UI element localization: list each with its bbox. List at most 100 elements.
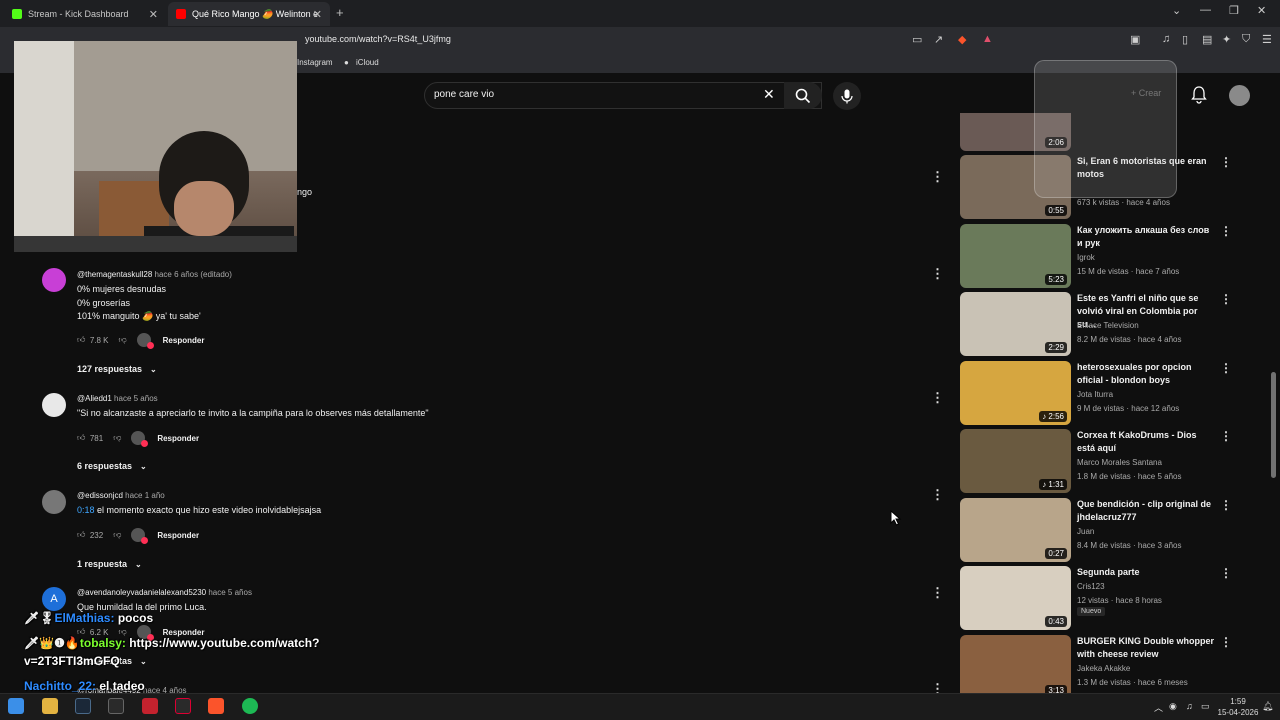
like-icon[interactable]: 👍︎	[77, 335, 85, 345]
epic-games-icon[interactable]	[108, 698, 124, 714]
video-menu-icon[interactable]: ⋮	[1220, 224, 1232, 238]
comment-menu-icon[interactable]: ⋮	[931, 266, 944, 282]
search-button[interactable]	[784, 82, 822, 109]
steam-icon[interactable]	[75, 698, 91, 714]
cast-icon[interactable]: ▭	[912, 33, 922, 46]
voice-search-button[interactable]	[833, 82, 861, 110]
tab-youtube-video[interactable]: Qué Rico Mango 🥭 Welinton e ✕	[168, 2, 330, 26]
url-field[interactable]: youtube.com/watch?v=RS4t_U3jfmg	[305, 34, 451, 44]
spotify-icon[interactable]	[242, 698, 258, 714]
new-tab-button[interactable]: +	[336, 5, 344, 20]
tab-kick-dashboard[interactable]: Stream - Kick Dashboard ✕	[4, 2, 166, 26]
comment-avatar[interactable]	[42, 393, 66, 417]
video-title[interactable]: BURGER KING Double whopper with cheese r…	[1077, 635, 1215, 661]
video-thumbnail[interactable]: 2:29	[960, 292, 1071, 356]
chevron-down-icon[interactable]: ⌄	[1172, 4, 1181, 17]
recommended-video[interactable]: 0:43 Segunda parte Cris123 12 vistas · hace…	[960, 566, 1232, 630]
video-thumbnail[interactable]: 3:13	[960, 635, 1071, 699]
sidebar-icon[interactable]: ▣	[1130, 33, 1140, 46]
dislike-icon[interactable]: 👎︎	[113, 433, 121, 443]
comment-avatar[interactable]: A	[42, 587, 66, 611]
like-icon[interactable]: 👍︎	[77, 433, 85, 443]
channel-name[interactable]: Jota Iturra	[1077, 390, 1113, 399]
chevron-up-icon[interactable]: ︿	[1154, 701, 1163, 714]
more-actions-icon[interactable]: ⋮	[931, 169, 944, 185]
video-menu-icon[interactable]: ⋮	[1220, 292, 1232, 306]
windows-start-icon[interactable]	[8, 698, 24, 714]
search-input[interactable]: pone care vio	[434, 89, 494, 100]
bookmark-icloud[interactable]: iCloud	[356, 58, 379, 67]
video-menu-icon[interactable]: ⋮	[1220, 429, 1232, 443]
music-icon[interactable]: ♫	[1162, 33, 1170, 45]
replies-toggle[interactable]: 6 respuestas ⌄	[77, 461, 147, 471]
video-thumbnail[interactable]: ♪ 1:31	[960, 429, 1071, 493]
clear-search-icon[interactable]: ✕	[763, 86, 775, 103]
headset-icon[interactable]: ♫	[1186, 701, 1193, 711]
dislike-icon[interactable]: 👎︎	[113, 530, 121, 540]
recommended-video[interactable]: 0:27 Que bendición - clip original de jhd…	[960, 498, 1232, 562]
channel-name[interactable]: Jakeka Akakke	[1077, 664, 1130, 673]
video-thumbnail[interactable]: 5:23	[960, 224, 1071, 288]
replies-toggle[interactable]: 1 respuesta ⌄	[77, 559, 142, 569]
video-menu-icon[interactable]: ⋮	[1220, 498, 1232, 512]
video-menu-icon[interactable]: ⋮	[1220, 361, 1232, 375]
video-menu-icon[interactable]: ⋮	[1220, 155, 1232, 169]
channel-name[interactable]: Marco Morales Santana	[1077, 458, 1162, 467]
notifications-icon[interactable]: 🔔︎	[1262, 701, 1273, 712]
channel-name[interactable]: Igrok	[1077, 253, 1095, 262]
comment-menu-icon[interactable]: ⋮	[931, 390, 944, 406]
leo-ai-icon[interactable]: ✦	[1222, 33, 1231, 46]
recommended-video[interactable]: 2:29 Este es Yanfri el niño que se volvió…	[960, 292, 1232, 356]
replies-toggle[interactable]: 127 respuestas ⌄	[77, 364, 157, 374]
dislike-icon[interactable]: 👎︎	[119, 335, 127, 345]
comment-author[interactable]: @themagentaskull28 hace 6 años (editado)	[77, 270, 232, 279]
video-thumbnail[interactable]: 0:27	[960, 498, 1071, 562]
video-thumbnail[interactable]: 0:43	[960, 566, 1071, 630]
share-icon[interactable]: ↗	[934, 33, 943, 46]
vpn-icon[interactable]: ⛉	[1242, 33, 1250, 46]
reply-button[interactable]: Responder	[157, 531, 199, 540]
reply-button[interactable]: Responder	[157, 434, 199, 443]
discord-icon[interactable]: ◉	[1169, 701, 1177, 712]
bookmark-instagram[interactable]: Instagram	[297, 58, 333, 67]
brave-rewards-icon[interactable]: ▲	[982, 33, 993, 45]
recommended-video[interactable]: ♪ 2:56 heterosexuales por opcion oficial …	[960, 361, 1232, 425]
maximize-button[interactable]: ❐	[1229, 4, 1239, 17]
taskbar-clock[interactable]: 1:59 15-04-2026	[1216, 696, 1260, 718]
channel-name[interactable]: Juan	[1077, 527, 1094, 536]
wallet-icon[interactable]: ▤	[1202, 33, 1212, 46]
panel-icon[interactable]: ▯	[1182, 33, 1188, 46]
obs-icon[interactable]	[175, 698, 191, 714]
close-icon[interactable]: ✕	[149, 8, 158, 21]
close-icon[interactable]: ✕	[313, 8, 322, 21]
channel-name[interactable]: Enlace Television	[1077, 321, 1139, 330]
video-title[interactable]: heterosexuales por opcion oficial - blon…	[1077, 361, 1215, 387]
comment-author[interactable]: @avendanoleyvadanielalexand5230 hace 5 a…	[77, 588, 252, 597]
comment-menu-icon[interactable]: ⋮	[931, 585, 944, 601]
brave-shield-icon[interactable]: ◆	[958, 33, 966, 46]
brave-browser-icon[interactable]	[208, 698, 224, 714]
comment-author[interactable]: @Aliedd1 hace 5 años	[77, 394, 158, 403]
scrollbar[interactable]	[1271, 372, 1276, 478]
video-title[interactable]: Que bendición - clip original de jhdelac…	[1077, 498, 1215, 524]
channel-name[interactable]: Cris123	[1077, 582, 1105, 591]
like-icon[interactable]: 👍︎	[77, 530, 85, 540]
app-icon[interactable]	[142, 698, 158, 714]
notifications-bell-icon[interactable]	[1191, 86, 1207, 109]
recommended-video[interactable]: 3:13 BURGER KING Double whopper with chee…	[960, 635, 1232, 699]
recommended-video[interactable]: ♪ 1:31 Corxea ft KakoDrums - Dios está aq…	[960, 429, 1232, 493]
file-explorer-icon[interactable]	[42, 698, 58, 714]
network-icon[interactable]: ▭	[1201, 701, 1210, 712]
video-title[interactable]: Как уложить алкаша без слов и рук	[1077, 224, 1215, 250]
comment-author[interactable]: @edissonjcd hace 1 año	[77, 491, 165, 500]
recommended-video[interactable]: 5:23 Как уложить алкаша без слов и рук Igr…	[960, 224, 1232, 288]
comment-avatar[interactable]	[42, 490, 66, 514]
video-title[interactable]: Corxea ft KakoDrums - Dios está aquí	[1077, 429, 1215, 455]
menu-icon[interactable]: ☰	[1262, 33, 1272, 46]
account-avatar[interactable]	[1229, 85, 1250, 106]
reply-button[interactable]: Responder	[163, 336, 205, 345]
window-close-button[interactable]: ✕	[1257, 4, 1266, 17]
video-menu-icon[interactable]: ⋮	[1220, 566, 1232, 580]
video-menu-icon[interactable]: ⋮	[1220, 635, 1232, 649]
video-title[interactable]: Segunda parte	[1077, 566, 1215, 579]
